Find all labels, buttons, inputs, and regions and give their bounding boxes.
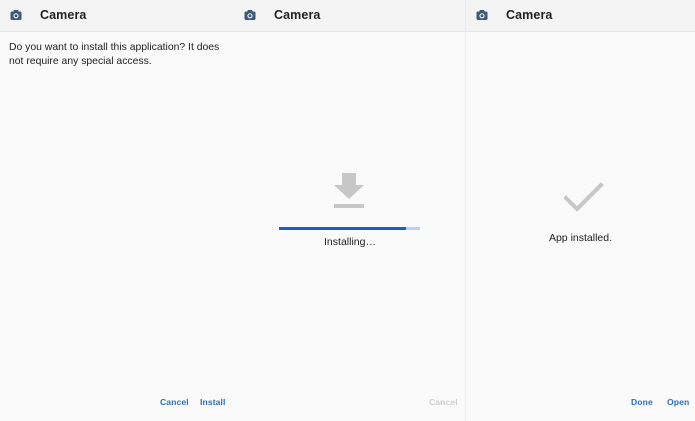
install-flow-screens: Camera Do you want to install this appli… [0, 0, 695, 421]
cancel-button[interactable]: Cancel [160, 397, 189, 407]
cancel-button-disabled: Cancel [429, 397, 458, 407]
app-title: Camera [274, 8, 321, 22]
checkmark-icon [563, 182, 604, 214]
app-title: Camera [40, 8, 87, 22]
camera-icon [10, 9, 22, 21]
app-header: Camera [0, 0, 234, 32]
install-prompt-text: Do you want to install this application?… [9, 42, 220, 67]
app-header: Camera [234, 0, 466, 32]
app-header: Camera [466, 0, 695, 32]
app-title: Camera [506, 8, 553, 22]
install-prompt-panel: Camera Do you want to install this appli… [0, 0, 234, 421]
installed-status: App installed. [548, 232, 613, 244]
camera-icon [476, 9, 488, 21]
download-icon [331, 171, 367, 211]
installing-status: Installing… [324, 236, 376, 248]
install-progress-bar [279, 227, 420, 230]
open-button[interactable]: Open [667, 397, 689, 407]
camera-icon [244, 9, 256, 21]
installing-panel: Camera Installing… Cancel [234, 0, 466, 421]
done-button[interactable]: Done [631, 397, 653, 407]
install-button[interactable]: Install [200, 397, 226, 407]
install-progress-fill [279, 227, 406, 230]
installed-panel: Camera App installed. Done Open [466, 0, 695, 421]
